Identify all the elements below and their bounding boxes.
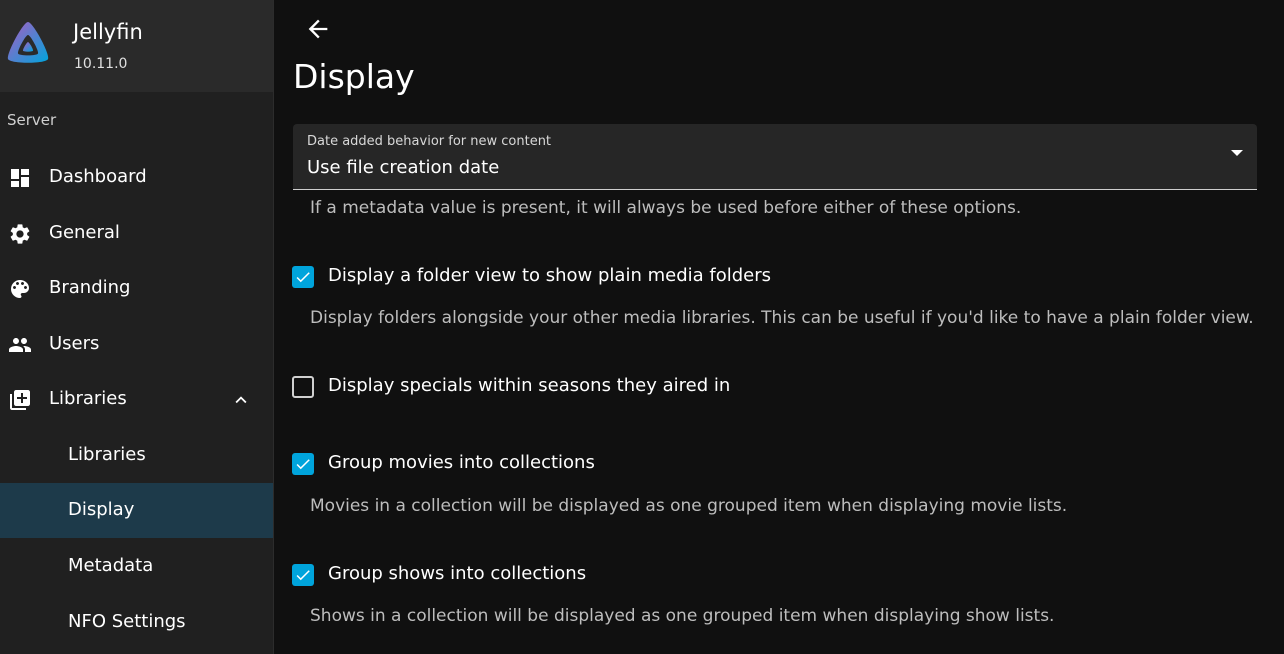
sidebar-item-branding[interactable]: Branding: [0, 261, 273, 316]
checkmark-icon: [296, 459, 310, 470]
back-arrow-icon[interactable]: [304, 15, 332, 43]
page-title: Display: [293, 57, 415, 96]
sidebar-item-label: Users: [49, 333, 100, 354]
sidebar-item-label: General: [49, 222, 120, 243]
group-shows-helper: Shows in a collection will be displayed …: [310, 606, 1055, 626]
group-movies-checkbox-row[interactable]: Group movies into collections: [292, 452, 595, 478]
folder-view-checkbox-row[interactable]: Display a folder view to show plain medi…: [292, 265, 771, 291]
jellyfin-logo-icon: [7, 22, 49, 63]
sidebar-item-label: Branding: [49, 277, 131, 298]
users-icon: [9, 338, 31, 352]
sidebar-subitem-label: NFO Settings: [68, 611, 186, 632]
date-added-label: Date added behavior for new content: [307, 134, 552, 149]
sidebar-subitem-libraries[interactable]: Libraries: [0, 428, 273, 483]
palette-icon: [11, 280, 29, 298]
checkbox-label: Group movies into collections: [328, 452, 595, 473]
sidebar-subitem-display[interactable]: Display: [0, 483, 273, 538]
chevron-up-icon[interactable]: [230, 389, 252, 411]
sidebar-subitem-nfo-settings[interactable]: NFO Settings: [0, 595, 273, 650]
sidebar: Jellyfin 10.11.0 Server Dashboard Genera…: [0, 0, 274, 654]
checkbox-label: Display specials within seasons they air…: [328, 375, 731, 396]
group-shows-checkbox-row[interactable]: Group shows into collections: [292, 563, 586, 589]
date-added-value: Use file creation date: [307, 157, 500, 178]
gear-icon: [10, 224, 30, 244]
group-movies-checkbox[interactable]: [292, 453, 314, 475]
checkmark-icon: [296, 272, 310, 283]
sidebar-item-general[interactable]: General: [0, 206, 273, 261]
app-version: 10.11.0: [74, 56, 128, 72]
sidebar-item-users[interactable]: Users: [0, 317, 273, 372]
sidebar-subitem-metadata[interactable]: Metadata: [0, 539, 273, 594]
app-name: Jellyfin: [73, 20, 143, 44]
sidebar-section-server: Server: [7, 111, 57, 129]
library-add-icon: [10, 390, 30, 410]
brand-header[interactable]: Jellyfin 10.11.0: [0, 0, 273, 92]
dropdown-caret-icon: [1231, 150, 1243, 156]
checkbox-label: Group shows into collections: [328, 563, 587, 584]
sidebar-subitem-label: Metadata: [68, 555, 154, 576]
specials-checkbox[interactable]: [292, 376, 314, 398]
checkbox-label: Display a folder view to show plain medi…: [328, 265, 772, 286]
sidebar-item-libraries[interactable]: Libraries: [0, 372, 273, 427]
sidebar-item-dashboard[interactable]: Dashboard: [0, 150, 273, 205]
folder-view-helper: Display folders alongside your other med…: [310, 308, 1254, 328]
sidebar-item-label: Libraries: [49, 388, 127, 409]
checkmark-icon: [296, 570, 310, 581]
date-added-helper: If a metadata value is present, it will …: [310, 198, 1022, 218]
date-added-select[interactable]: Date added behavior for new content Use …: [293, 124, 1257, 190]
group-shows-checkbox[interactable]: [292, 564, 314, 586]
dashboard-icon: [11, 169, 29, 187]
folder-view-checkbox[interactable]: [292, 266, 314, 288]
sidebar-subitem-label: Libraries: [68, 444, 146, 465]
sidebar-subitem-label: Display: [68, 499, 135, 520]
specials-checkbox-row[interactable]: Display specials within seasons they air…: [292, 375, 730, 401]
sidebar-item-label: Dashboard: [49, 166, 147, 187]
group-movies-helper: Movies in a collection will be displayed…: [310, 496, 1068, 516]
